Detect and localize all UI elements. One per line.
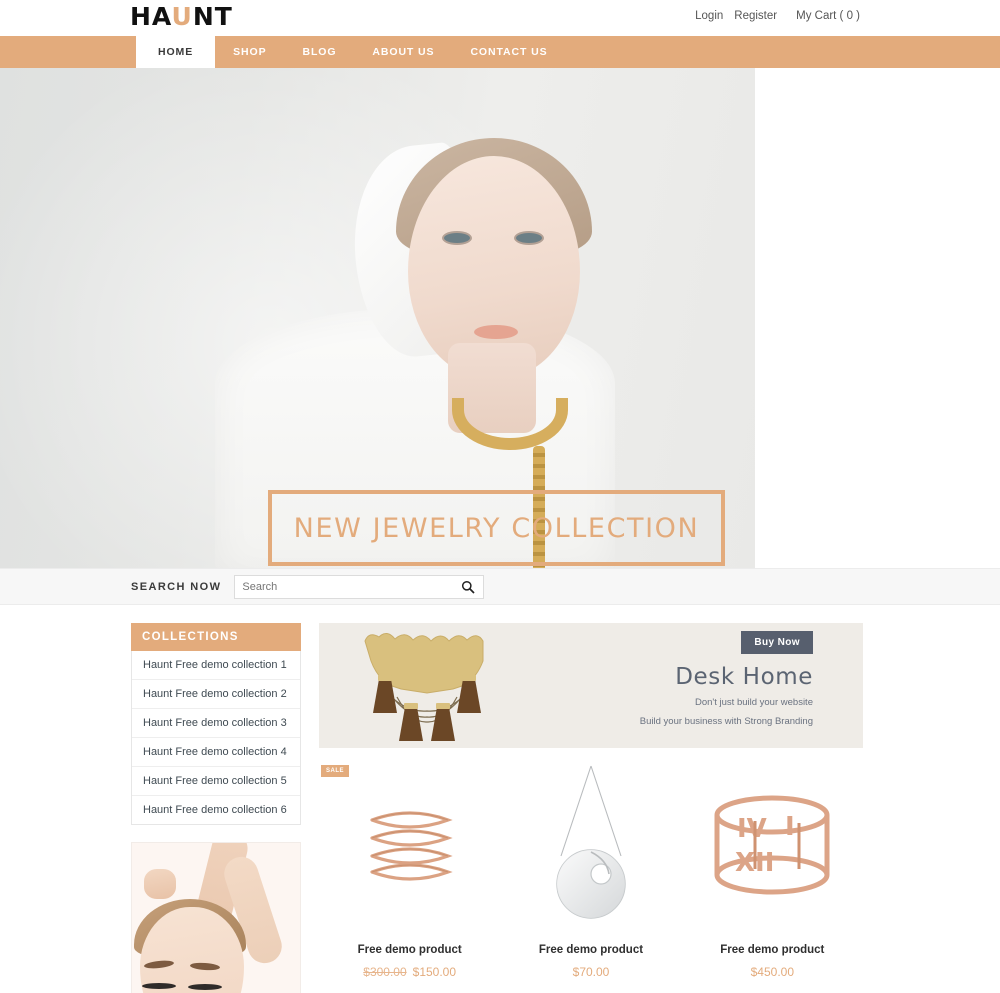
model-eye-right-sidebar	[188, 984, 222, 990]
product-price-current-2: $70.00	[572, 965, 610, 979]
register-link[interactable]: Register	[734, 10, 777, 22]
collections-list: Haunt Free demo collection 1 Haunt Free …	[131, 651, 301, 825]
promo-text-block: Buy Now Desk Home Don't just build your …	[553, 631, 813, 728]
product-card-3[interactable]: IV I XII Free demo product $450.00	[682, 762, 863, 979]
product-image-rose-gold-wrap-ring	[319, 762, 500, 930]
product-name-2: Free demo product	[538, 944, 644, 956]
logo-text-accent: U	[171, 2, 193, 31]
model-hand-shape	[144, 869, 176, 899]
nav-item-about-us[interactable]: ABOUT US	[354, 36, 452, 68]
search-input[interactable]	[235, 580, 484, 593]
collection-item-3[interactable]: Haunt Free demo collection 3	[132, 709, 300, 738]
sale-badge: SALE	[321, 765, 350, 777]
logo-text-end: NT	[192, 2, 233, 31]
product-card-2[interactable]: Free demo product $70.00	[500, 762, 681, 979]
promo-subtitle-line1: Don't just build your website	[695, 697, 813, 708]
tassel-necklace-image	[353, 627, 501, 745]
product-name-1: Free demo product	[357, 944, 462, 956]
hero-right-filler	[755, 68, 1000, 568]
product-price-3: $450.00	[682, 965, 863, 979]
content-column: Buy Now Desk Home Don't just build your …	[319, 623, 863, 993]
svg-text:IV: IV	[737, 814, 767, 844]
product-price-current-3: $450.00	[750, 965, 795, 979]
product-image-silver-disc-pendant-necklace	[500, 762, 681, 930]
account-links: Login Register My Cart ( 0 )	[695, 10, 860, 22]
my-cart-link[interactable]: My Cart ( 0 )	[796, 10, 860, 22]
nav-item-shop[interactable]: SHOP	[215, 36, 284, 68]
hero-banner-text: NEW JEWELRY COLLECTION	[293, 512, 700, 544]
promo-banner[interactable]: Buy Now Desk Home Don't just build your …	[319, 623, 863, 748]
collection-item-1[interactable]: Haunt Free demo collection 1	[132, 651, 300, 680]
collection-item-4[interactable]: Haunt Free demo collection 4	[132, 738, 300, 767]
hero-banner: NEW JEWELRY COLLECTION	[268, 490, 725, 566]
product-price-1: $300.00 $150.00	[319, 965, 500, 979]
product-price-old-1: $300.00	[363, 965, 407, 979]
product-image-rose-gold-roman-numeral-ring: IV I XII	[682, 762, 863, 930]
product-grid: SALE Free demo product $300.00 $150.00 F…	[319, 762, 863, 979]
promo-subtitle-line2: Build your business with Strong Branding	[639, 716, 813, 727]
collection-item-5[interactable]: Haunt Free demo collection 5	[132, 767, 300, 796]
login-link[interactable]: Login	[695, 10, 723, 22]
search-icon[interactable]	[461, 580, 475, 594]
search-bar: SEARCH NOW	[0, 568, 1000, 605]
promo-title: Desk Home	[675, 664, 813, 690]
top-bar: HAUNT Login Register My Cart ( 0 )	[0, 0, 1000, 36]
model-eye-left-sidebar	[142, 983, 176, 989]
nav-item-contact-us[interactable]: CONTACT US	[452, 36, 565, 68]
main-navigation: HOME SHOP BLOG ABOUT US CONTACT US	[0, 36, 1000, 68]
site-logo[interactable]: HAUNT	[130, 2, 233, 32]
logo-text-start: HA	[130, 2, 172, 31]
sidebar: COLLECTIONS Haunt Free demo collection 1…	[131, 623, 301, 993]
product-card-1[interactable]: Free demo product $300.00 $150.00	[319, 762, 500, 979]
buy-now-button[interactable]: Buy Now	[741, 631, 813, 654]
nav-item-blog[interactable]: BLOG	[284, 36, 354, 68]
svg-text:I: I	[785, 812, 795, 842]
search-label: SEARCH NOW	[131, 580, 222, 593]
model-eye-right	[516, 233, 542, 243]
model-eye-left	[444, 233, 470, 243]
collection-item-2[interactable]: Haunt Free demo collection 2	[132, 680, 300, 709]
model-lips	[474, 325, 518, 339]
product-name-3: Free demo product	[720, 944, 825, 956]
collection-item-6[interactable]: Haunt Free demo collection 6	[132, 796, 300, 824]
collections-header: COLLECTIONS	[131, 623, 301, 651]
hero-slider[interactable]: NEW JEWELRY COLLECTION	[0, 68, 1000, 568]
search-field[interactable]	[234, 574, 485, 599]
product-price-current-1: $150.00	[412, 965, 457, 979]
nav-item-home[interactable]: HOME	[136, 36, 216, 68]
main-content: COLLECTIONS Haunt Free demo collection 1…	[0, 605, 1000, 993]
sidebar-beauty-promo-image[interactable]	[131, 842, 301, 993]
product-price-2: $70.00	[500, 965, 681, 979]
